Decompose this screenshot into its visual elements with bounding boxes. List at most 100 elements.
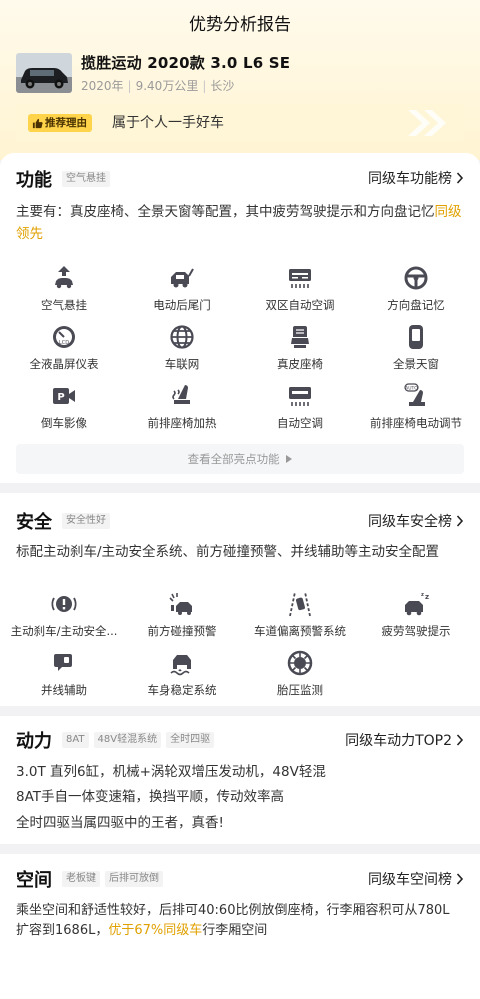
feature-label: 电动后尾门 [153, 298, 211, 312]
space-desc-text: 扩容到1686L， [16, 923, 109, 938]
feature-item[interactable]: 电动后尾门 [122, 264, 242, 313]
meta-separator: | [127, 79, 132, 93]
car-thumbnail[interactable] [16, 53, 72, 93]
svg-text:AUTO: AUTO [405, 386, 418, 392]
function-desc-text: 主要有：真皮座椅、全景天窗等配置，其中疲劳驾驶提示和方向盘记忆 [16, 204, 435, 220]
seat-heating-icon [172, 385, 190, 404]
stability-control-icon [170, 655, 191, 676]
feature-label: 前方碰撞预警 [147, 624, 217, 638]
chevron-right-icon [456, 734, 464, 746]
function-tag: 空气悬挂 [62, 171, 110, 187]
feature-label: 前排座椅加热 [147, 416, 217, 430]
feature-label: 车道偏离预警系统 [254, 624, 346, 638]
feature-item[interactable]: LCD 全液晶屏仪表 [4, 323, 124, 372]
space-desc-highlight: 优于67%同级车 [108, 923, 203, 938]
chevron-right-icon [456, 172, 464, 184]
function-header: 功能 空气悬挂 [16, 166, 115, 192]
power-rank-label: 同级车动力TOP2 [345, 733, 452, 749]
space-header: 空间 老板键 后排可放倒 [16, 866, 168, 892]
recommend-reason-text: 属于个人一手好车 [112, 115, 224, 131]
power-line: 全时四驱当属四驱中的王者，真香! [16, 815, 224, 831]
car-name: 揽胜运动 2020款 3.0 L6 SE [81, 54, 291, 72]
chevron-right-icon [456, 873, 464, 885]
power-tag: 全时四驱 [166, 732, 215, 748]
connected-car-icon [170, 325, 194, 349]
feature-item[interactable]: 胎压监测 [240, 649, 360, 698]
svg-text:P: P [57, 392, 64, 403]
meta-separator: | [202, 79, 207, 93]
feature-label: 前排座椅电动调节 [370, 416, 462, 430]
space-rank-label: 同级车空间榜 [368, 872, 452, 888]
power-line: 8AT手自一体变速箱，换挡平顺，传动效率高 [16, 789, 285, 805]
fatigue-alert-icon: zz [405, 592, 429, 616]
view-all-features-button[interactable]: 查看全部亮点功能 [16, 444, 464, 474]
leather-seat-icon [291, 326, 309, 348]
power-tailgate-icon [171, 268, 194, 288]
power-rank-link[interactable]: 同级车动力TOP2 [345, 730, 464, 750]
section-divider [0, 483, 480, 493]
feature-item[interactable]: 方向盘记忆 [356, 264, 476, 313]
space-tag: 后排可放倒 [105, 871, 163, 887]
page-title: 优势分析报告 [189, 15, 291, 35]
lane-departure-icon [289, 591, 311, 617]
feature-label: 空气悬挂 [41, 298, 87, 312]
section-divider [0, 844, 480, 854]
feature-item[interactable]: 自动空调 [240, 382, 360, 431]
recommend-badge: 推荐理由 [28, 114, 92, 132]
chevron-decoration-icon [408, 110, 446, 136]
feature-label: 真皮座椅 [277, 357, 323, 371]
feature-item[interactable]: 车身稳定系统 [122, 649, 242, 698]
space-rank-link[interactable]: 同级车空间榜 [368, 869, 464, 889]
power-seat-icon: AUTO [404, 383, 425, 406]
power-tag: 8AT [62, 732, 89, 748]
feature-item[interactable]: 车联网 [122, 323, 242, 372]
feature-item[interactable]: 空气悬挂 [4, 264, 124, 313]
car-year: 2020年 [81, 79, 124, 93]
feature-label: 全景天窗 [393, 357, 439, 371]
power-header: 动力 8AT 48V轻混系统 全时四驱 [16, 727, 219, 753]
tire-pressure-icon [287, 650, 313, 676]
steering-memory-icon [404, 266, 428, 290]
space-title: 空间 [16, 870, 52, 891]
feature-label: 胎压监测 [277, 683, 323, 697]
feature-item[interactable]: 并线辅助 [4, 649, 124, 698]
svg-text:LCD: LCD [59, 340, 69, 346]
feature-item[interactable]: 真皮座椅 [240, 323, 360, 372]
lcd-cluster-icon: LCD [53, 326, 75, 348]
feature-item[interactable]: 车道偏离预警系统 [240, 590, 360, 639]
feature-item[interactable]: AUTO 前排座椅电动调节 [356, 382, 476, 431]
feature-label: 疲劳驾驶提示 [381, 624, 451, 638]
triangle-right-icon [286, 455, 293, 463]
safety-header: 安全 安全性好 [16, 508, 115, 534]
function-title: 功能 [16, 170, 52, 191]
power-tag: 48V轻混系统 [93, 732, 162, 748]
recommend-badge-label: 推荐理由 [45, 117, 87, 129]
air-suspension-icon [55, 266, 73, 289]
feature-label: 方向盘记忆 [387, 298, 445, 312]
feature-label: 双区自动空调 [265, 298, 335, 312]
space-description-line: 扩容到1686L，优于67%同级车行李厢空间 [16, 920, 466, 942]
feature-item[interactable]: P 倒车影像 [4, 382, 124, 431]
feature-label: 自动空调 [277, 416, 323, 430]
view-all-label: 查看全部亮点功能 [187, 452, 280, 466]
collision-warning-icon [169, 593, 192, 615]
feature-item[interactable]: 双区自动空调 [240, 264, 360, 313]
safety-rank-link[interactable]: 同级车安全榜 [368, 511, 464, 531]
feature-item[interactable]: 前方碰撞预警 [122, 590, 242, 639]
car-meta: 2020年 | 9.40万公里 | 长沙 [81, 77, 234, 94]
feature-item[interactable]: 前排座椅加热 [122, 382, 242, 431]
space-tag: 老板键 [62, 871, 100, 887]
car-city: 长沙 [210, 79, 235, 93]
svg-text:z: z [421, 592, 424, 598]
safety-rank-label: 同级车安全榜 [368, 514, 452, 530]
feature-label: 倒车影像 [41, 416, 87, 430]
feature-item[interactable]: zz 疲劳驾驶提示 [356, 590, 476, 639]
function-rank-label: 同级车功能榜 [368, 171, 452, 187]
car-mileage: 9.40万公里 [135, 79, 199, 93]
chevron-right-icon [456, 515, 464, 527]
feature-item[interactable]: 全景天窗 [356, 323, 476, 372]
safety-title: 安全 [16, 512, 52, 533]
feature-item[interactable]: 主动刹车/主动安全... [4, 590, 124, 639]
svg-text:z: z [425, 593, 429, 601]
function-rank-link[interactable]: 同级车功能榜 [368, 168, 464, 188]
